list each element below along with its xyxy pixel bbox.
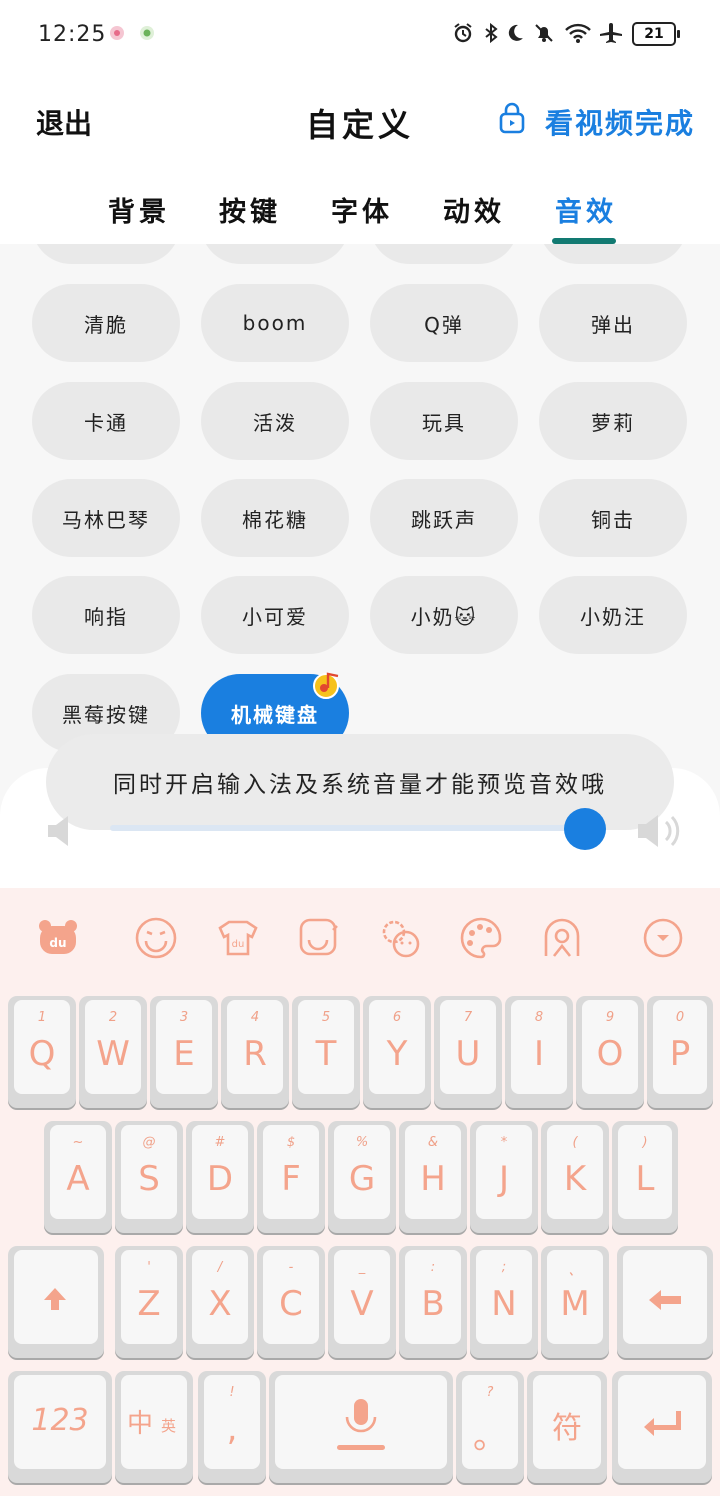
settings-face-icon[interactable]: [378, 916, 422, 960]
tab-bar: 背景 按键 字体 动效 音效: [0, 180, 720, 244]
key-o[interactable]: 9O: [576, 996, 644, 1108]
emoji-icon[interactable]: [134, 916, 178, 960]
key-a[interactable]: ~ A: [44, 1121, 112, 1233]
key-y[interactable]: 6Y: [363, 996, 431, 1108]
moon-icon: [508, 24, 523, 41]
sound-chip[interactable]: 小可爱: [201, 576, 349, 654]
enter-key[interactable]: [612, 1371, 712, 1483]
alarm-icon: [454, 23, 472, 43]
key-i[interactable]: 8I: [505, 996, 573, 1108]
key-t[interactable]: 5T: [292, 996, 360, 1108]
key-b[interactable]: :B: [399, 1246, 467, 1358]
microphone-icon: [337, 1399, 385, 1450]
volume-slider-thumb[interactable]: [564, 808, 607, 850]
sound-chip[interactable]: 跳跃声: [370, 479, 518, 557]
key-r[interactable]: 4R: [221, 996, 289, 1108]
key-z[interactable]: ' Z: [115, 1246, 183, 1358]
key-s[interactable]: @ S: [115, 1121, 183, 1233]
sound-chip[interactable]: 棉花糖: [201, 479, 349, 557]
sound-chip[interactable]: 弹出: [539, 284, 687, 362]
sound-chip[interactable]: boom: [201, 284, 349, 362]
keyboard-toolbar: du du: [0, 888, 720, 988]
status-bar: 12:25 21: [0, 0, 720, 70]
sound-chip-hidden[interactable]: [32, 244, 180, 264]
mute-bell-icon: [535, 24, 553, 42]
language-switch-key[interactable]: 中 英: [115, 1371, 193, 1483]
wechat-icon: [140, 26, 154, 40]
sound-chip-hidden[interactable]: [201, 244, 349, 264]
palette-icon[interactable]: [459, 916, 503, 960]
backspace-key[interactable]: [617, 1246, 713, 1358]
svg-text:du: du: [49, 936, 66, 950]
key-e[interactable]: 3E: [150, 996, 218, 1108]
bear-logo-icon[interactable]: du: [36, 916, 80, 960]
volume-high-icon: [638, 815, 680, 847]
tab-font[interactable]: 字体: [331, 190, 393, 229]
shift-arrow-icon: [44, 1288, 66, 1310]
key-w[interactable]: 2W: [79, 996, 147, 1108]
key-u[interactable]: 7U: [434, 996, 502, 1108]
sound-chip[interactable]: Q弹: [370, 284, 518, 362]
collapse-icon[interactable]: [641, 916, 685, 960]
key-l[interactable]: ) L: [612, 1121, 678, 1233]
backspace-arrow-icon: [649, 1290, 681, 1310]
key-x[interactable]: / X: [186, 1246, 254, 1358]
key-j[interactable]: * J: [470, 1121, 538, 1233]
sound-chip[interactable]: 清脆: [32, 284, 180, 362]
volume-low-icon: [48, 816, 68, 846]
keyboard-preview: du du 1Q 2W 3E 4R 5T 6Y 7U 8I 9O 0P ~ A @…: [0, 888, 720, 1496]
watch-video-finish-button[interactable]: 看视频完成: [545, 102, 695, 142]
tab-animation[interactable]: 动效: [443, 190, 505, 229]
sound-chip[interactable]: 小奶🐱: [370, 576, 518, 654]
notification-app-icon: [110, 26, 124, 40]
sound-chip[interactable]: 响指: [32, 576, 180, 654]
enter-arrow-icon: [644, 1411, 681, 1436]
skin-shirt-icon[interactable]: du: [216, 916, 260, 960]
key-d[interactable]: # D: [186, 1121, 254, 1233]
bluetooth-icon: [485, 22, 498, 44]
period-key[interactable]: ?。: [456, 1371, 524, 1483]
sound-chip[interactable]: 萝莉: [539, 382, 687, 460]
volume-slider-track[interactable]: [110, 825, 600, 831]
shift-key[interactable]: [8, 1246, 104, 1358]
key-p[interactable]: 0P: [647, 996, 713, 1108]
key-f[interactable]: $ F: [257, 1121, 325, 1233]
sound-chip[interactable]: 活泼: [201, 382, 349, 460]
sound-chip[interactable]: 玩具: [370, 382, 518, 460]
svg-text:du: du: [232, 939, 245, 950]
status-time: 12:25: [38, 22, 107, 47]
key-n[interactable]: ; N: [470, 1246, 538, 1358]
wifi-icon: [565, 23, 591, 43]
number-switch-key[interactable]: 123: [8, 1371, 112, 1483]
lock-icon: [499, 102, 525, 134]
sound-chip[interactable]: 卡通: [32, 382, 180, 460]
tab-keys[interactable]: 按键: [219, 190, 281, 229]
keyboard-style-icon[interactable]: [540, 916, 584, 960]
key-v[interactable]: _ V: [328, 1246, 396, 1358]
comma-key[interactable]: !,: [198, 1371, 266, 1483]
sound-chip[interactable]: 铜击: [539, 479, 687, 557]
key-k[interactable]: (K: [541, 1121, 609, 1233]
airplane-icon: [600, 23, 622, 43]
space-key[interactable]: [269, 1371, 453, 1483]
key-m[interactable]: 、 M: [541, 1246, 609, 1358]
key-q[interactable]: 1Q: [8, 996, 76, 1108]
sound-chip[interactable]: 马林巴琴: [32, 479, 180, 557]
sticker-icon[interactable]: [297, 916, 341, 960]
symbol-key[interactable]: 符: [527, 1371, 607, 1483]
key-g[interactable]: % G: [328, 1121, 396, 1233]
key-c[interactable]: -C: [257, 1246, 325, 1358]
tab-sound-effect[interactable]: 音效: [555, 190, 617, 229]
tab-background[interactable]: 背景: [108, 190, 170, 229]
header: 退出 自定义 看视频完成: [0, 80, 720, 160]
sound-chip[interactable]: 小奶汪: [539, 576, 687, 654]
sound-chip-hidden[interactable]: [370, 244, 518, 264]
battery-indicator: 21: [632, 22, 680, 46]
sound-chip-hidden[interactable]: [539, 244, 687, 264]
music-note-badge-icon: [313, 672, 339, 699]
key-h[interactable]: & H: [399, 1121, 467, 1233]
